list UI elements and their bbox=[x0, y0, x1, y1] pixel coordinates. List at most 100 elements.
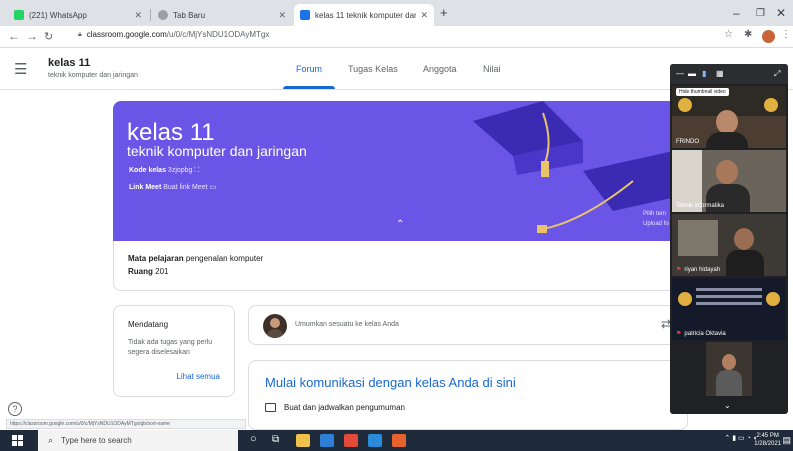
back-icon[interactable]: ← bbox=[8, 29, 20, 43]
whatsapp-icon bbox=[14, 10, 24, 20]
chrome-icon[interactable] bbox=[344, 434, 358, 447]
room-value: 201 bbox=[155, 267, 169, 276]
panel-toolbar: — ▬ ▮ ▦ ⤢ bbox=[670, 64, 788, 84]
extensions-icon[interactable]: ✱ bbox=[744, 29, 752, 40]
announce-box[interactable]: Umumkan sesuatu ke kelas Anda ⇄ bbox=[248, 305, 688, 345]
taskbar-search[interactable]: ⌕ Type here to search bbox=[38, 430, 238, 451]
tab-classroom[interactable]: kelas 11 teknik komputer dan jar ✕ bbox=[294, 4, 434, 26]
time: 2:45 PM bbox=[756, 433, 779, 439]
stream-hint-text: Buat dan jadwalkan pengumuman bbox=[284, 403, 405, 412]
help-icon[interactable]: ? bbox=[8, 402, 22, 416]
meet-link-label: Link Meet bbox=[129, 184, 162, 191]
url-domain: classroom.google.com bbox=[86, 30, 167, 39]
stream-hint-item: Buat dan jadwalkan pengumuman bbox=[265, 403, 405, 412]
expand-icon[interactable]: ⤢ bbox=[774, 69, 780, 79]
tab-nilai[interactable]: Nilai bbox=[483, 64, 501, 74]
profile-avatar[interactable] bbox=[762, 30, 775, 43]
participant-name: patricia Oktavia bbox=[684, 331, 726, 337]
search-placeholder: Type here to search bbox=[61, 436, 132, 445]
store-icon[interactable] bbox=[368, 434, 382, 447]
video-tile[interactable] bbox=[672, 342, 786, 396]
video-tile[interactable]: ⚑ patricia Oktavia bbox=[672, 278, 786, 340]
view-all-link[interactable]: Lihat semua bbox=[176, 372, 220, 381]
date: 1/28/2021 bbox=[754, 441, 781, 447]
minimize-panel-icon[interactable]: — bbox=[676, 69, 684, 78]
announce-placeholder[interactable]: Umumkan sesuatu ke kelas Anda bbox=[295, 321, 399, 328]
fullscreen-icon[interactable]: ⛶ bbox=[194, 167, 199, 174]
class-code-row: Kode kelas 3zjopbg ⛶ bbox=[129, 167, 199, 175]
class-subtitle: teknik komputer dan jaringan bbox=[48, 72, 138, 79]
system-tray-icons[interactable]: ⌃ ▮ ▭ ◔ ◖ bbox=[724, 434, 757, 442]
chevron-down-icon[interactable]: ⌄ bbox=[724, 401, 731, 410]
maximize-icon[interactable]: ❐ bbox=[756, 8, 765, 19]
subject-label: Mata pelajaran bbox=[128, 254, 184, 263]
mic-off-icon: ⚑ bbox=[676, 267, 682, 273]
close-window-icon[interactable]: ✕ bbox=[776, 6, 786, 20]
bookmark-star-icon[interactable]: ☆ bbox=[724, 29, 733, 40]
close-tab-icon[interactable]: ✕ bbox=[420, 10, 428, 21]
participant-name: riyan hidayah bbox=[684, 267, 721, 273]
upcoming-note: Tidak ada tugas yang perlu segera disele… bbox=[128, 339, 213, 356]
close-tab-icon[interactable]: ✕ bbox=[278, 10, 286, 21]
tab-title: kelas 11 teknik komputer dan jar bbox=[315, 10, 417, 20]
user-avatar bbox=[263, 314, 287, 338]
tile-view-icon[interactable]: ▬ bbox=[688, 69, 696, 78]
search-icon: ⌕ bbox=[48, 435, 54, 445]
upcoming-title: Mendatang bbox=[128, 320, 169, 329]
tab-forum[interactable]: Forum bbox=[296, 64, 322, 74]
address-bar[interactable]: 🔒︎ classroom.google.com/u/0/c/MjYsNDU1OD… bbox=[78, 30, 269, 39]
close-tab-icon[interactable]: ✕ bbox=[134, 10, 142, 21]
stream-heading: Mulai komunikasi dengan kelas Anda di si… bbox=[265, 375, 516, 390]
room-label: Ruang bbox=[128, 267, 153, 276]
upload-photo-link[interactable]: Upload fo bbox=[643, 219, 669, 229]
windows-taskbar: ⌕ Type here to search ○ ⧉ ⌃ ▮ ▭ ◔ ◖ 2:45… bbox=[0, 430, 793, 451]
chrome-page-icon bbox=[158, 10, 168, 20]
create-meet-link[interactable]: Buat link Meet bbox=[163, 184, 207, 191]
class-title[interactable]: kelas 11 bbox=[48, 57, 90, 69]
notification-icon[interactable]: ▤ bbox=[782, 435, 791, 446]
chevron-up-icon[interactable]: ⌃ bbox=[396, 219, 404, 230]
banner-subtitle: teknik komputer dan jaringan bbox=[127, 143, 307, 159]
subject-value: pengenalan komputer bbox=[185, 254, 264, 263]
browser-toolbar: ← → ↻ 🔒︎ classroom.google.com/u/0/c/MjYs… bbox=[0, 26, 793, 48]
office-icon[interactable] bbox=[392, 434, 406, 447]
video-tile[interactable]: ⚑ riyan hidayah bbox=[672, 214, 786, 276]
lock-icon: 🔒︎ bbox=[78, 30, 82, 38]
hamburger-menu-icon[interactable]: ☰ bbox=[14, 60, 27, 78]
forward-icon[interactable]: → bbox=[26, 29, 38, 43]
grid-view-icon[interactable]: ▦ bbox=[716, 69, 724, 78]
meet-video-panel: — ▬ ▮ ▦ ⤢ FRINDO Hide thumbnail video Te… bbox=[670, 64, 788, 414]
participant-name: Teknik informatika bbox=[676, 203, 725, 209]
tab-whatsapp[interactable]: (221) WhatsApp ✕ bbox=[8, 4, 148, 26]
tab-title: Tab Baru bbox=[173, 10, 206, 20]
more-menu-icon[interactable]: ⋮ bbox=[781, 29, 791, 40]
announcement-icon bbox=[265, 403, 276, 412]
file-explorer-icon[interactable] bbox=[296, 434, 310, 447]
new-tab-button[interactable]: + bbox=[440, 5, 448, 20]
browser-tab-strip: (221) WhatsApp ✕ Tab Baru ✕ kelas 11 tek… bbox=[0, 0, 793, 26]
active-tab-indicator bbox=[283, 86, 335, 89]
tab-anggota[interactable]: Anggota bbox=[423, 64, 457, 74]
classroom-icon bbox=[300, 10, 310, 20]
tab-separator bbox=[150, 9, 151, 21]
tab-tugas-kelas[interactable]: Tugas Kelas bbox=[348, 64, 398, 74]
meet-link-row: Link Meet Buat link Meet ▭ bbox=[129, 183, 216, 191]
class-code-value[interactable]: 3zjopbg bbox=[168, 167, 193, 174]
cortana-icon[interactable]: ○ bbox=[250, 433, 257, 445]
class-banner: kelas 11 teknik komputer dan jaringan Ko… bbox=[113, 101, 703, 241]
video-camera-icon[interactable]: ▭ bbox=[210, 184, 217, 191]
reload-icon[interactable]: ↻ bbox=[44, 30, 53, 43]
select-theme-link[interactable]: Pilih tem bbox=[643, 209, 669, 219]
task-view-icon[interactable]: ⧉ bbox=[272, 434, 279, 445]
minimize-icon[interactable]: – bbox=[733, 6, 740, 20]
url-path: /u/0/c/MjYsNDU1ODAyMTgx bbox=[166, 30, 270, 39]
status-bar-url: https://classroom.google.com/u/0/c/MjYsN… bbox=[6, 419, 246, 429]
video-tile[interactable]: Teknik informatika bbox=[672, 150, 786, 212]
upcoming-card: Mendatang Tidak ada tugas yang perlu seg… bbox=[113, 305, 235, 397]
single-view-icon[interactable]: ▮ bbox=[702, 69, 706, 78]
banner-side-actions[interactable]: Pilih tem Upload fo bbox=[643, 209, 669, 229]
clock[interactable]: 2:45 PM 1/28/2021 bbox=[754, 432, 781, 448]
mail-icon[interactable] bbox=[320, 434, 334, 447]
tab-new-tab[interactable]: Tab Baru ✕ bbox=[152, 4, 292, 26]
windows-start-icon[interactable] bbox=[12, 435, 23, 446]
